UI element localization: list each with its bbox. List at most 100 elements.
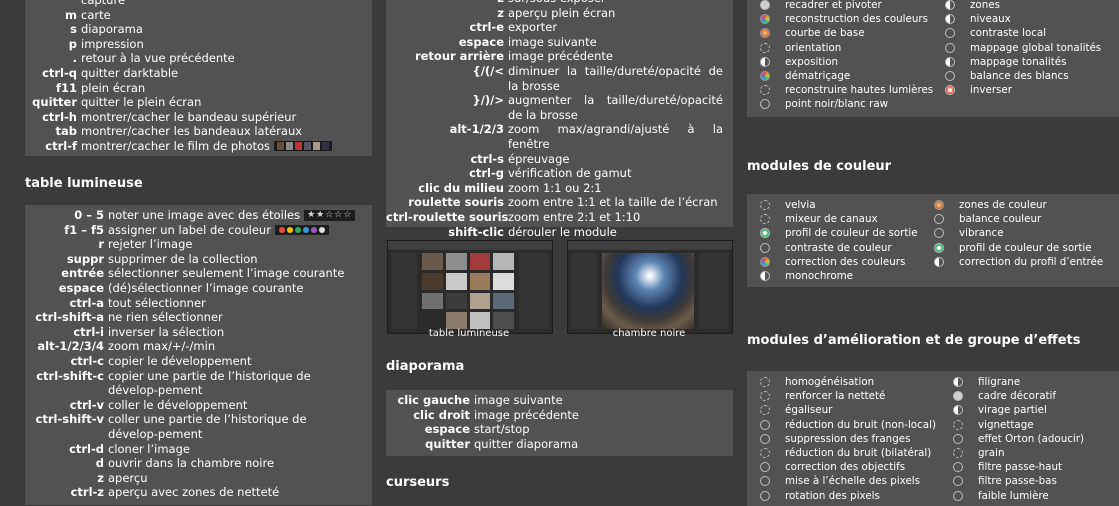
shortcut-description-text: start/stop (474, 422, 530, 437)
shortcut-description-text: montrer/cacher les bandeaux latéraux (81, 124, 303, 139)
module-label: zones de couleur (959, 199, 1047, 211)
shortcut-key: roulette souris (408, 195, 504, 210)
module-label: filigrane (978, 376, 1021, 388)
shortcut-key: quitter (32, 95, 77, 110)
general-shortcuts-list: capture m carte s diaporama p impression. retou… (25, 0, 360, 154)
module-label: vibrance (959, 227, 1004, 240)
shortcut-description: zoom max/agrandi/ajusté à la fenêtre (508, 122, 723, 151)
module-item: vignettage (953, 418, 1084, 432)
highlight-icon (760, 85, 770, 96)
shortcut-description: exporter (508, 20, 723, 35)
shortcut-description: montrer/cacher le film de photos (81, 139, 360, 154)
module-label: contraste de couleur (785, 241, 892, 254)
module-label: réduction du bruit (bilatéral) (785, 446, 932, 459)
invert-icon (945, 85, 955, 96)
shortcut-description-text: tout sélectionner (108, 295, 206, 310)
shortcut-description: diminuer la taille/dureté/opacité de la … (508, 64, 723, 93)
equalize-icon (760, 377, 770, 388)
module-label: suppression des franges (785, 432, 911, 445)
shortcut-description: copier une partie de l’historique de dév… (108, 369, 360, 398)
shortcut-key: ctrl-s (470, 151, 504, 166)
shortcut-description-text: aperçu (108, 470, 148, 485)
base-curve-icon (760, 28, 770, 39)
shortcut-key: {/(/< (472, 63, 504, 78)
shortcut-row: ctrl-d cloner l’image (25, 442, 360, 457)
color-zones-icon (934, 200, 944, 211)
shortcut-row: ctrl-shift-v coller une partie de l’histo… (25, 412, 360, 441)
shortcut-row: ctrl-f montrer/cacher le film de photos (25, 139, 360, 154)
shortcut-row: {/(/< diminuer la taille/dureté/opacité d… (386, 64, 723, 93)
shortcut-description: image précédente (474, 408, 723, 423)
demosaic-icon (760, 71, 770, 82)
shortcut-key: ctrl-v (69, 397, 104, 412)
circle-icon (760, 433, 770, 444)
module-item: correction du profil d’entrée (934, 255, 1103, 269)
shortcut-description-text: quitter diaporama (474, 436, 579, 451)
shortcut-row: ctrl-e exporter (386, 20, 723, 35)
shortcut-row: espace (dé)sélectionner l’image courante (25, 281, 360, 296)
lighttable-screenshot-caption: table lumineuse (428, 328, 510, 339)
module-label: courbe de base (785, 27, 865, 40)
filmstrip-icon (274, 141, 333, 152)
module-item: suppression des franges (760, 432, 936, 446)
module-item: mappage global tonalités (945, 41, 1101, 55)
module-item: orientation (760, 41, 933, 55)
shortcut-description: aperçu (108, 471, 360, 486)
shortcut-description-text: vérification de gamut (508, 166, 632, 181)
shortcut-row: ctrl-a tout sélectionner (25, 296, 360, 311)
shortcut-key: f11 (55, 80, 77, 95)
module-item: correction des objectifs (760, 460, 936, 474)
shortcut-row: espace start/stop (386, 422, 723, 437)
circle-icon (953, 433, 963, 444)
module-item: zones de couleur (934, 198, 1103, 212)
circle-icon (760, 476, 770, 487)
shortcut-description-text: ouvrir dans la chambre noire (108, 456, 275, 471)
shortcut-description: dérouler le module (508, 225, 723, 240)
lighttable-heading: table lumineuse (25, 176, 143, 191)
module-label: reconstruire hautes lumières (785, 84, 934, 97)
module-label: orientation (785, 41, 842, 54)
shortcut-key: suppr (66, 251, 104, 266)
shortcut-description: capture (81, 0, 360, 8)
shortcut-description-text: coller une partie de l’historique de dév… (108, 412, 307, 441)
shortcut-key (25, 0, 81, 8)
shortcut-description-text: noter une image avec des étoiles (108, 208, 301, 222)
module-label: mappage global tonalités (970, 41, 1102, 54)
module-item: filigrane (953, 375, 1084, 389)
module-item: renforcer la netteté (760, 389, 936, 403)
shortcut-description-text: sur/sous exposer (508, 0, 606, 5)
shortcut-key: espace (58, 280, 104, 295)
shortcut-description-text: montrer/cacher le bandeau supérieur (81, 109, 297, 124)
shortcut-row: ctrl-c copier le développement (25, 354, 360, 369)
module-item: balance des blancs (945, 69, 1101, 83)
module-label: filtre passe-bas (978, 475, 1057, 488)
module-label: profil de couleur de sortie (785, 227, 918, 240)
shortcut-row: ctrl-shift-a ne rien sélectionner (25, 310, 360, 325)
circle-icon (760, 419, 770, 430)
shortcut-description-text: copier le développement (108, 353, 252, 368)
color-labels-icon (274, 225, 329, 236)
module-item: mixeur de canaux (760, 212, 918, 226)
module-label: mise à l’échelle des pixels (785, 475, 921, 488)
shortcut-row: retour arrière image précédente (386, 49, 723, 64)
module-label: égaliseur (785, 404, 833, 417)
module-label: balance couleur (959, 213, 1042, 226)
shortcut-description: zoom entre 1:1 et la taille de l’écran (508, 195, 723, 210)
shortcut-row: shift-clic dérouler le module (386, 225, 723, 240)
split-toning-icon (953, 405, 963, 416)
module-item: exposition (760, 55, 933, 69)
shortcut-key: tab (55, 124, 78, 139)
shortcut-key: . (72, 51, 77, 66)
shortcut-description: aperçu avec zones de netteté (108, 485, 360, 500)
output-profile-icon (760, 228, 770, 239)
module-item: reconstruction des couleurs (760, 12, 933, 26)
module-item: correction des couleurs (760, 255, 918, 269)
module-label: faible lumière (978, 489, 1049, 502)
shortcut-key: ctrl-shift-v (35, 412, 104, 427)
shortcut-description: quitter diaporama (474, 437, 723, 452)
module-label: vignettage (978, 418, 1034, 431)
shortcut-row: ctrl-i inverser la sélection (25, 325, 360, 340)
circle-icon (760, 462, 770, 473)
darkroom-screenshot-caption: chambre noire (612, 328, 686, 339)
shortcut-description: sélectionner seulement l’image courante (108, 266, 360, 281)
